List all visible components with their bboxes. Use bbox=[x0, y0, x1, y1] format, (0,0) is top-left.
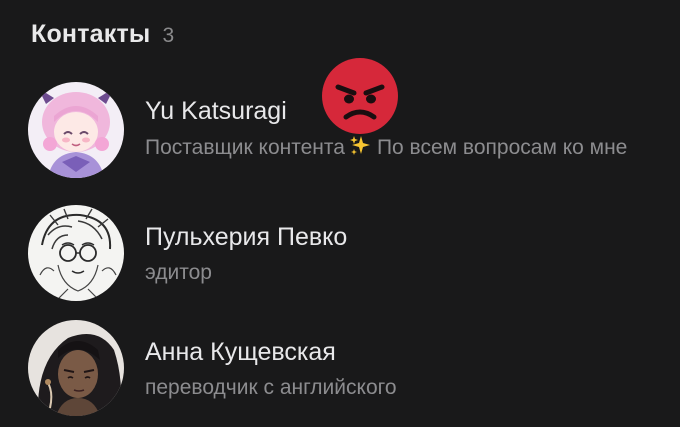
contact-status: эдитор bbox=[145, 261, 212, 284]
contact-name: Yu Katsuragi bbox=[145, 97, 287, 125]
sparkles-icon bbox=[349, 134, 371, 166]
status-text-part-2: По всем вопросам ко мне bbox=[376, 136, 628, 159]
contact-status: переводчик с английского bbox=[145, 376, 397, 399]
avatar-image bbox=[28, 205, 124, 301]
avatar[interactable] bbox=[28, 320, 124, 416]
contacts-panel: Контакты 3 Yu Katsuragi Поставщик контен… bbox=[0, 0, 680, 427]
avatar[interactable] bbox=[28, 205, 124, 301]
contacts-title: Контакты bbox=[31, 20, 151, 48]
avatar-image bbox=[28, 320, 124, 416]
angry-face-emoji bbox=[321, 57, 399, 135]
contact-item-pulkheriya-pevko[interactable]: Пульхерия Певко эдитор bbox=[0, 205, 680, 305]
avatar-image bbox=[28, 82, 124, 178]
contact-name: Анна Кущевская bbox=[145, 338, 336, 366]
contacts-count: 3 bbox=[162, 24, 175, 47]
contact-status: Поставщик контента По всем вопросам ко м… bbox=[145, 132, 665, 166]
contact-name: Пульхерия Певко bbox=[145, 223, 348, 251]
contacts-header: Контакты 3 bbox=[31, 20, 174, 49]
contact-item-anna-kushchevskaya[interactable]: Анна Кущевская переводчик с английского bbox=[0, 320, 680, 420]
avatar[interactable] bbox=[28, 82, 124, 178]
status-text-part-1: Поставщик контента bbox=[145, 136, 345, 159]
